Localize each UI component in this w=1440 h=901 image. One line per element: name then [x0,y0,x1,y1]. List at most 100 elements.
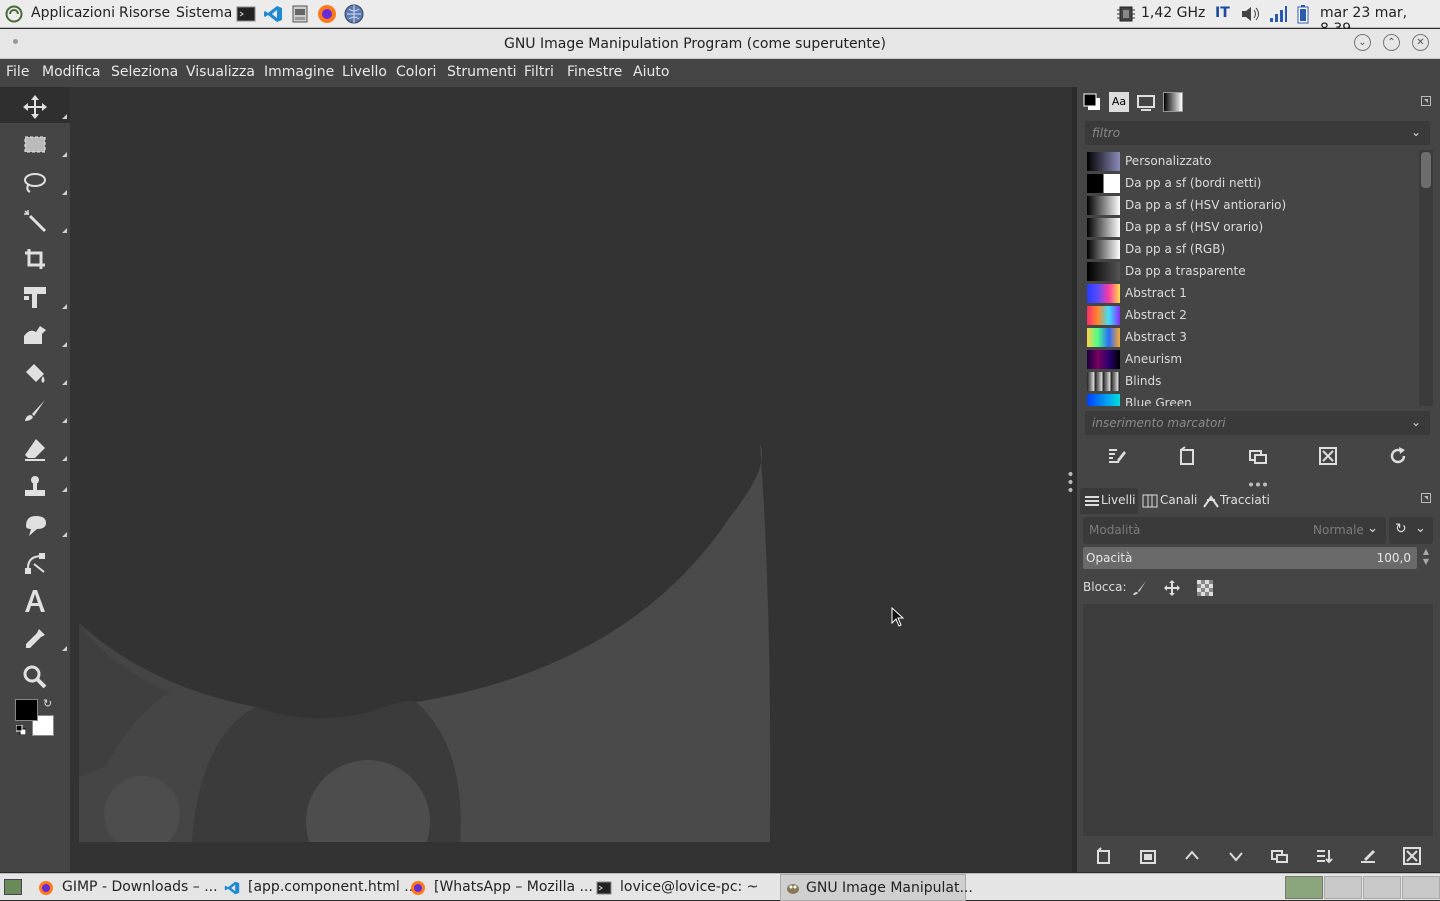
window-title-bar[interactable]: GNU Image Manipulation Program (come sup… [0,29,1440,59]
mode-switch-button[interactable]: ↻ ⌄ [1389,517,1433,544]
gradient-list-item[interactable]: Abstract 3 [1087,327,1417,349]
software-manager-icon[interactable] [290,4,310,28]
new-layer-group-icon[interactable] [1139,847,1157,865]
new-layer-icon[interactable] [1095,847,1113,865]
workspace-4[interactable] [1402,876,1440,899]
tab-livelli[interactable]: Livelli [1080,488,1138,514]
delete-layer-icon[interactable] [1403,847,1421,865]
fg-bg-tab[interactable] [1082,92,1102,112]
tags-input[interactable]: inserimento marcatori ⌄ [1085,411,1430,435]
task-whatsapp-firefox[interactable]: [WhatsApp – Mozilla ... [408,874,593,901]
menu-aiuto[interactable]: Aiuto [633,64,669,80]
delete-gradient-button[interactable] [1318,446,1338,466]
gradient-list-item[interactable]: Aneurism [1087,349,1417,371]
clone-tool[interactable] [0,467,70,503]
raise-layer-icon[interactable] [1183,847,1201,865]
maximize-button[interactable]: ⌃ [1383,34,1400,51]
opacity-spin-buttons[interactable]: ▲ ▼ [1419,547,1433,569]
text-tool[interactable] [0,581,70,617]
scrollbar-thumb[interactable] [1421,152,1431,188]
gradients-list[interactable]: Personalizzato Da pp a sf (bordi netti) Da… [1085,150,1430,406]
distro-logo-icon[interactable] [5,5,23,27]
show-desktop-icon[interactable] [4,879,22,895]
gradient-filter-input[interactable]: filtro ⌄ [1085,121,1430,145]
network-signal-icon[interactable] [1268,4,1288,28]
swap-colors-icon[interactable]: ↻ [43,697,52,710]
menu-modifica[interactable]: Modifica [42,64,101,80]
menu-finestre[interactable]: Finestre [567,64,622,80]
minimize-button[interactable]: ⌄ [1354,34,1371,51]
foreground-color-swatch[interactable] [15,699,38,721]
menu-livello[interactable]: Livello [342,64,387,80]
gradient-list-item[interactable]: Blinds [1087,371,1417,393]
task-vscode[interactable]: [app.component.html ... [222,874,418,901]
image-canvas-area[interactable] [70,87,1072,872]
task-gimp-active[interactable]: GNU Image Manipulat... [780,874,973,901]
dock-section-handle[interactable] [1248,476,1268,487]
gradient-list-item[interactable]: Personalizzato [1087,151,1417,173]
opacity-slider[interactable]: Opacità 100,0 [1083,547,1417,569]
menu-risorse[interactable]: Risorse [119,5,170,21]
warp-tool[interactable] [0,315,70,351]
anchor-layer-icon[interactable] [1359,847,1377,865]
lock-position-button[interactable] [1163,579,1181,597]
rect-select-tool[interactable] [0,125,70,161]
eraser-tool[interactable] [0,429,70,465]
vscode-launcher-icon[interactable] [263,4,283,28]
menu-seleziona[interactable]: Seleziona [111,64,178,80]
menu-immagine[interactable]: Immagine [264,64,334,80]
menu-applicazioni[interactable]: Applicazioni [31,5,115,21]
menu-strumenti[interactable]: Strumenti [447,64,517,80]
fonts-tab-icon[interactable]: Aa [1109,92,1129,112]
default-colors-icon[interactable] [15,724,27,736]
fuzzy-select-tool[interactable] [0,201,70,237]
dock-resize-handle[interactable] [1068,470,1073,498]
menu-filtri[interactable]: Filtri [524,64,554,80]
task-gimp-downloads[interactable]: GIMP - Downloads – ... [36,874,218,901]
workspace-3[interactable] [1363,876,1401,899]
gradients-list-scrollbar[interactable] [1419,150,1433,406]
lasso-tool[interactable] [0,163,70,199]
new-gradient-button[interactable] [1177,446,1197,466]
dock-config-icon[interactable] [1421,96,1431,106]
transform-tool[interactable] [0,277,70,313]
refresh-gradients-button[interactable] [1388,446,1408,466]
crop-tool[interactable] [0,239,70,275]
paths-tool[interactable] [0,543,70,579]
gradient-list-item[interactable]: Da pp a trasparente [1087,261,1417,283]
paintbrush-tool[interactable] [0,391,70,427]
workspace-1[interactable] [1285,876,1323,899]
menu-visualizza[interactable]: Visualizza [186,64,255,80]
workspace-2[interactable] [1324,876,1362,899]
tab-tracciati[interactable]: Tracciati [1202,488,1272,514]
lock-alpha-button[interactable] [1196,579,1214,597]
gradient-list-item[interactable]: Blue Green [1087,393,1417,406]
lock-pixels-button[interactable] [1131,579,1149,597]
menu-colori[interactable]: Colori [396,64,436,80]
gradient-list-item[interactable]: Da pp a sf (bordi netti) [1087,173,1417,195]
gradient-list-item[interactable]: Abstract 1 [1087,283,1417,305]
battery-icon[interactable] [1296,4,1310,28]
images-tab-icon[interactable] [1136,92,1156,112]
tab-canali[interactable]: Canali [1140,488,1200,514]
color-picker-tool[interactable] [0,619,70,655]
gradients-tab-icon[interactable] [1163,92,1183,112]
terminal-launcher-icon[interactable] [236,4,256,28]
layers-list[interactable] [1083,604,1433,836]
bucket-fill-tool[interactable] [0,353,70,389]
lower-layer-icon[interactable] [1227,847,1245,865]
firefox-launcher-icon[interactable] [317,4,337,28]
menu-file[interactable]: File [6,64,29,80]
smudge-tool[interactable] [0,505,70,541]
gradient-list-item[interactable]: Da pp a sf (HSV antiorario) [1087,195,1417,217]
layers-dock-config-icon[interactable] [1421,493,1431,503]
merge-layer-icon[interactable] [1315,847,1333,865]
volume-icon[interactable] [1240,5,1262,27]
menu-sistema[interactable]: Sistema [176,5,232,21]
chevron-down-icon[interactable]: ⌄ [1411,415,1421,429]
close-button[interactable]: ✕ [1412,34,1429,51]
gradient-list-item[interactable]: Abstract 2 [1087,305,1417,327]
move-tool[interactable] [0,87,70,123]
edit-gradient-button[interactable] [1107,446,1127,466]
keyboard-layout-indicator[interactable]: IT [1215,5,1230,21]
